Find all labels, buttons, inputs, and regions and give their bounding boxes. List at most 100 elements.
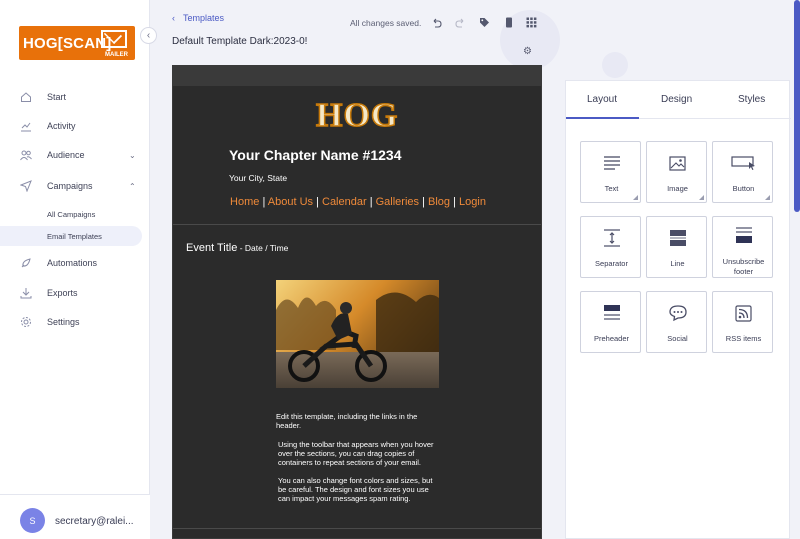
sidebar-item-settings[interactable]: Settings [0,311,150,333]
sidebar-item-label: Campaigns [47,181,93,191]
page-scrollbar[interactable] [794,0,800,212]
user-profile[interactable]: S secretary@ralei... [0,494,150,539]
breadcrumb-label: Templates [183,13,225,23]
sidebar-item-start[interactable]: Start [0,86,150,108]
block-unsubscribe-footer[interactable]: Unsubscribe footer [712,216,773,278]
block-label: Preheader [593,334,630,343]
image-icon [647,152,708,174]
email-link-home[interactable]: Home [230,196,259,208]
separator-icon [581,227,642,249]
tab-design[interactable]: Design [661,94,692,105]
block-line[interactable]: Line [646,216,707,278]
avatar: S [20,508,45,533]
link-separator: | [422,196,425,208]
event-photo[interactable] [276,280,439,388]
rocket-icon [20,257,32,269]
body-paragraph[interactable]: Using the toolbar that appears when you … [278,440,436,467]
button-icon [713,152,774,174]
page-title[interactable]: Default Template Dark:2023-0! [172,36,307,47]
email-link-calendar[interactable]: Calendar [322,196,367,208]
chart-icon [20,120,32,132]
text-icon [581,152,642,174]
unsubscribe-footer-icon [713,224,774,246]
template-settings-gear-icon[interactable]: ⚙ [523,46,532,57]
corner-marker [633,195,638,200]
logo-subtext: MAILER [105,52,128,58]
block-label: Image [667,184,688,193]
envelope-icon [101,30,127,48]
block-rss-items[interactable]: RSS items [712,291,773,353]
social-icon [647,302,708,324]
sidebar-item-campaigns[interactable]: Campaigns ⌃ [0,175,150,197]
hog-logo[interactable]: HOG [315,98,398,134]
active-tab-indicator [566,117,639,119]
block-image[interactable]: Image [646,141,707,203]
canvas-top-bar [173,66,541,86]
chapter-name[interactable]: Your Chapter Name #1234 [229,147,401,163]
email-link-login[interactable]: Login [459,196,486,208]
block-label: Unsubscribe footer [722,257,765,276]
panel-tabs: Layout Design Styles [566,81,791,119]
sidebar-subitem-email-templates[interactable]: Email Templates [0,226,142,246]
app-logo[interactable]: HOG[SCAN] MAILER [19,26,135,60]
save-status: All changes saved. [350,18,422,28]
background-decoration [602,52,628,78]
sidebar-item-exports[interactable]: Exports [0,282,150,304]
sidebar-item-label: Start [47,92,67,102]
link-separator: | [262,196,266,208]
tag-icon[interactable] [478,16,490,28]
event-title[interactable]: Event Title - Date / Time [186,242,288,254]
email-link-blog[interactable]: Blog [428,196,450,208]
link-separator: | [316,196,319,208]
sidebar-item-label: Audience [47,150,85,160]
sidebar-item-audience[interactable]: Audience ⌄ [0,144,150,166]
tab-layout[interactable]: Layout [587,94,617,105]
tab-styles[interactable]: Styles [738,94,765,105]
event-datetime: - Date / Time [237,243,289,253]
sidebar-item-label: Exports [47,288,78,298]
sidebar-item-automations[interactable]: Automations [0,252,150,274]
section-divider [173,528,541,529]
chevron-left-icon: ‹ [172,13,175,23]
blocks-panel: Layout Design Styles Text Image Button S… [565,80,791,539]
redo-icon[interactable] [454,16,466,28]
block-text[interactable]: Text [580,141,641,203]
block-social[interactable]: Social [646,291,707,353]
sidebar-item-activity[interactable]: Activity [0,115,150,137]
block-label: Separator [595,259,628,268]
block-label: Social [667,334,688,343]
sidebar-item-label: Activity [47,121,76,131]
sidebar-item-label: Settings [47,317,80,327]
block-preheader[interactable]: Preheader [580,291,641,353]
block-button[interactable]: Button [712,141,773,203]
email-link-about-us[interactable]: About Us [268,196,313,208]
grid-icon[interactable] [525,16,537,28]
email-editor-canvas[interactable]: HOG Your Chapter Name #1234 Your City, S… [172,65,542,539]
send-icon [19,180,32,193]
sidebar-item-label: Automations [47,258,98,268]
email-link-galleries[interactable]: Galleries [376,196,419,208]
block-label: Button [732,184,755,193]
block-separator[interactable]: Separator [580,216,641,278]
line-icon [647,227,708,249]
gear-icon [20,316,32,328]
mobile-preview-icon[interactable] [503,16,515,28]
block-label: RSS items [725,334,762,343]
sidebar-subitem-all-campaigns[interactable]: All Campaigns [0,204,142,224]
chapter-city[interactable]: Your City, State [229,173,287,183]
home-icon [20,91,32,103]
body-paragraph[interactable]: You can also change font colors and size… [278,476,436,503]
corner-marker [699,195,704,200]
block-label: Line [670,259,685,268]
logo-text: HOG[SCAN] [23,34,112,52]
breadcrumb[interactable]: ‹ Templates [172,13,224,23]
rss-icon [713,302,774,324]
body-paragraph[interactable]: Edit this template, including the links … [276,412,436,430]
users-icon [20,149,32,161]
email-header-links: Home | About Us | Calendar | Galleries |… [173,196,541,208]
chevron-up-icon: ⌃ [129,181,136,191]
sidebar: HOG[SCAN] MAILER Start Activity Audience… [0,0,150,539]
collapse-sidebar-button[interactable]: ‹ [140,27,157,44]
event-title-text: Event Title [186,242,238,254]
undo-icon[interactable] [430,16,442,28]
